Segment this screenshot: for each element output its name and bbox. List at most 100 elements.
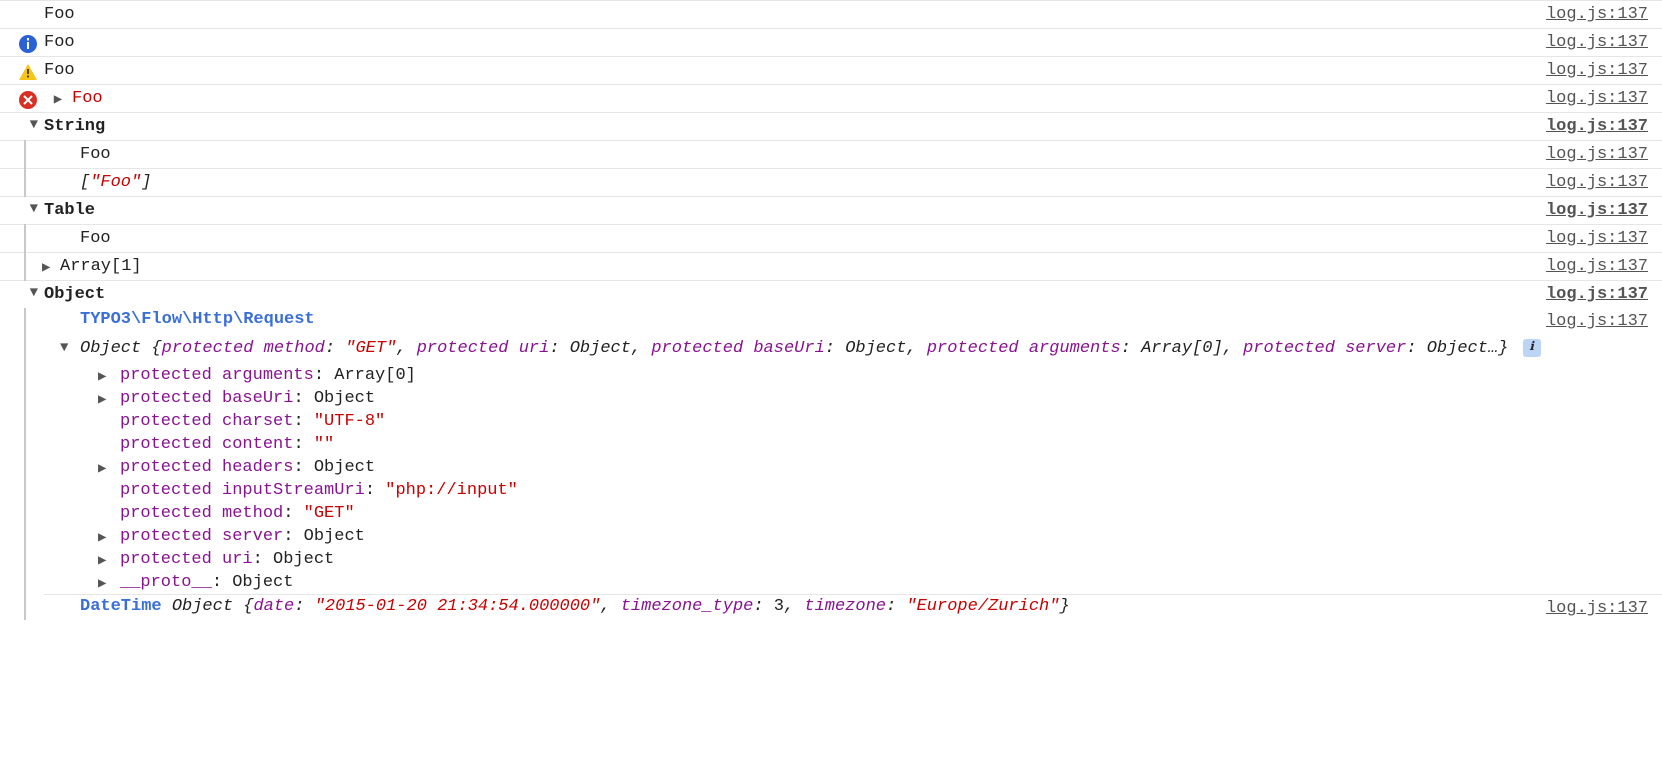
chevron-right-icon[interactable] — [98, 393, 106, 407]
prop-key: protected arguments — [120, 366, 314, 385]
info-icon — [18, 34, 38, 54]
chevron-right-icon[interactable] — [98, 462, 106, 476]
datetime-row: DateTime Object {date: "2015-01-20 21:34… — [44, 594, 1662, 620]
group-toggle[interactable] — [0, 283, 44, 300]
prop-key: timezone_type — [621, 597, 754, 616]
class-name: TYPO3\Flow\Http\Request — [80, 310, 1546, 331]
log-message: Foo — [44, 31, 1546, 52]
string-literal: "Foo" — [90, 173, 141, 192]
info-badge-icon[interactable]: ℹ — [1523, 339, 1541, 357]
chevron-right-icon — [54, 93, 62, 107]
error-icon — [18, 90, 38, 110]
console-row-error: Foo log.js:137 — [0, 84, 1662, 112]
source-link[interactable]: log.js:137 — [1546, 3, 1654, 24]
prop-key: protected uri — [417, 339, 550, 358]
prop-key: protected headers — [120, 458, 293, 477]
expand-toggle[interactable] — [44, 87, 72, 107]
group-label: String — [44, 115, 1546, 136]
source-link[interactable]: log.js:137 — [1546, 283, 1654, 304]
source-link[interactable]: log.js:137 — [1546, 171, 1654, 194]
prop-key: protected method — [120, 504, 283, 523]
group-toggle[interactable] — [0, 199, 44, 216]
chevron-down-icon[interactable] — [60, 341, 68, 355]
source-link[interactable]: log.js:137 — [1546, 87, 1654, 108]
brace: { — [243, 597, 253, 616]
warning-icon — [18, 62, 38, 82]
object-property: protected baseUri: Object — [80, 387, 1662, 410]
object-property: protected charset: "UTF-8" — [80, 410, 1662, 433]
chevron-right-icon[interactable] — [42, 261, 50, 275]
prop-key: protected baseUri — [651, 339, 824, 358]
object-property: protected server: Object — [80, 525, 1662, 548]
source-link[interactable]: log.js:137 — [1546, 143, 1654, 166]
prop-value: Object — [570, 339, 631, 358]
object-summary-row: Object {protected method: "GET", protect… — [44, 333, 1662, 364]
source-link[interactable]: log.js:137 — [1546, 199, 1654, 220]
array-length: [1] — [111, 257, 142, 276]
chevron-right-icon[interactable] — [98, 554, 106, 568]
class-name: DateTime — [80, 597, 162, 616]
prop-value: "GET" — [345, 339, 396, 358]
object-heading-row: TYPO3\Flow\Http\Request log.js:137 — [44, 308, 1662, 333]
chevron-right-icon[interactable] — [98, 370, 106, 384]
console-row: ["Foo"] log.js:137 — [0, 168, 1662, 196]
prop-value: "Europe/Zurich" — [906, 597, 1059, 616]
prop-value: Object — [845, 339, 906, 358]
log-message: Foo — [44, 59, 1546, 80]
brace: { — [151, 339, 161, 358]
group-toggle[interactable] — [0, 115, 44, 132]
prop-value: Object — [304, 527, 365, 546]
prop-key: protected baseUri — [120, 389, 293, 408]
prop-value: Array[0] — [1141, 339, 1223, 358]
prop-key: timezone — [804, 597, 886, 616]
group-label: Object — [44, 283, 1546, 304]
source-link[interactable]: log.js:137 — [1546, 31, 1654, 52]
log-message: Foo — [72, 87, 1546, 108]
log-message: Foo — [44, 227, 1546, 250]
prop-value: "php://input" — [385, 481, 518, 500]
array-prefix: Array — [60, 257, 111, 276]
prop-key: protected charset — [120, 412, 293, 431]
object-group-body: TYPO3\Flow\Http\Request log.js:137 Objec… — [0, 308, 1662, 620]
console-group-object: Object log.js:137 — [0, 280, 1662, 308]
source-link[interactable]: log.js:137 — [1546, 227, 1654, 250]
gutter — [0, 87, 44, 110]
prop-value: Object — [273, 550, 334, 569]
chevron-down-icon — [30, 202, 38, 216]
prop-key: date — [253, 597, 294, 616]
gutter — [0, 31, 44, 54]
log-message: Foo — [44, 143, 1546, 166]
log-message: Array[1] — [44, 255, 1546, 278]
prop-value: "" — [314, 435, 334, 454]
chevron-right-icon[interactable] — [98, 577, 106, 591]
object-property: protected arguments: Array[0] — [80, 364, 1662, 387]
source-link[interactable]: log.js:137 — [1546, 115, 1654, 136]
gutter — [0, 3, 44, 6]
datetime-summary: DateTime Object {date: "2015-01-20 21:34… — [80, 597, 1546, 618]
chevron-right-icon[interactable] — [98, 531, 106, 545]
group-label: Table — [44, 199, 1546, 220]
source-link[interactable]: log.js:137 — [1546, 310, 1654, 331]
console-row: Foo log.js:137 — [0, 0, 1662, 28]
chevron-down-icon — [30, 118, 38, 132]
log-message: Foo — [44, 3, 1546, 24]
object-property: protected content: "" — [80, 433, 1662, 456]
prop-key: __proto__ — [120, 573, 212, 592]
tree-line — [0, 171, 44, 194]
console-row: Foo log.js:137 — [0, 140, 1662, 168]
source-link[interactable]: log.js:137 — [1546, 255, 1654, 278]
prop-key: protected method — [162, 339, 325, 358]
prop-value: Object — [232, 573, 293, 592]
prop-key: protected server — [1243, 339, 1406, 358]
source-link[interactable]: log.js:137 — [1546, 597, 1654, 618]
bracket: ] — [141, 173, 151, 192]
console-row-info: Foo log.js:137 — [0, 28, 1662, 56]
object-summary: Object {protected method: "GET", protect… — [80, 339, 1541, 358]
bracket: [ — [80, 173, 90, 192]
object-property: __proto__: Object — [80, 571, 1662, 594]
tree-line — [0, 255, 44, 278]
prop-key: protected inputStreamUri — [120, 481, 365, 500]
source-link[interactable]: log.js:137 — [1546, 59, 1654, 80]
prop-value: 3 — [774, 597, 784, 616]
log-message: ["Foo"] — [44, 171, 1546, 194]
